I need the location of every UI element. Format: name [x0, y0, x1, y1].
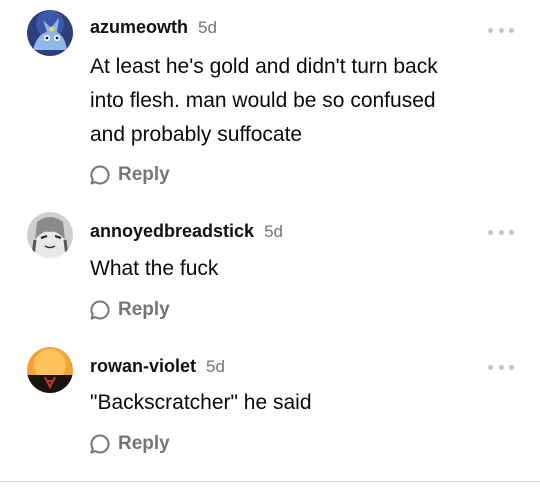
reply-label: Reply [118, 164, 170, 185]
divider [0, 481, 540, 482]
comment-header: azumeowth 5d [90, 17, 217, 41]
reply-button[interactable]: Reply [88, 431, 170, 457]
reply-label: Reply [118, 433, 170, 454]
more-options-button[interactable] [488, 227, 514, 237]
speech-bubble-icon [90, 434, 110, 454]
avatar[interactable] [27, 347, 73, 393]
username[interactable]: azumeowth [90, 17, 188, 38]
sunset-avatar-icon [27, 347, 73, 393]
avatar[interactable] [27, 212, 73, 258]
username[interactable]: annoyedbreadstick [90, 221, 254, 242]
dot-icon [488, 229, 493, 235]
dot-icon [488, 364, 493, 370]
username[interactable]: rowan-violet [90, 356, 196, 377]
avatar[interactable] [27, 10, 73, 56]
dot-icon [498, 27, 504, 33]
more-options-button[interactable] [488, 25, 514, 35]
comment-header: annoyedbreadstick 5d [90, 221, 283, 245]
meowth-avatar-icon [27, 10, 73, 56]
dot-icon [509, 229, 514, 235]
dot-icon [488, 27, 493, 33]
character-avatar-icon [27, 212, 73, 258]
speech-bubble-icon [90, 165, 110, 185]
comment-body: What the fuck [90, 252, 510, 286]
comment-line: into flesh. man would be so confused [90, 89, 436, 112]
comment-line: What the fuck [90, 257, 219, 280]
comment-header: rowan-violet 5d [90, 356, 225, 380]
timestamp[interactable]: 5d [198, 18, 217, 38]
dot-icon [509, 364, 514, 370]
dot-icon [509, 27, 514, 33]
dot-icon [498, 364, 504, 370]
reply-button[interactable]: Reply [88, 162, 170, 188]
comment-body: At least he's gold and didn't turn back … [90, 50, 510, 152]
reply-button[interactable]: Reply [88, 297, 170, 323]
dot-icon [498, 229, 504, 235]
comment-line: and probably suffocate [90, 123, 303, 146]
speech-bubble-icon [90, 300, 110, 320]
timestamp[interactable]: 5d [264, 222, 283, 242]
more-options-button[interactable] [488, 362, 514, 372]
comment-line: "Backscratcher" he said [90, 391, 312, 414]
timestamp[interactable]: 5d [206, 357, 225, 377]
reply-label: Reply [118, 299, 170, 320]
comment-thread: azumeowth 5d At least he's gold and didn… [0, 0, 540, 487]
comment-line: At least he's gold and didn't turn back [90, 55, 438, 78]
comment-body: "Backscratcher" he said [90, 386, 510, 420]
